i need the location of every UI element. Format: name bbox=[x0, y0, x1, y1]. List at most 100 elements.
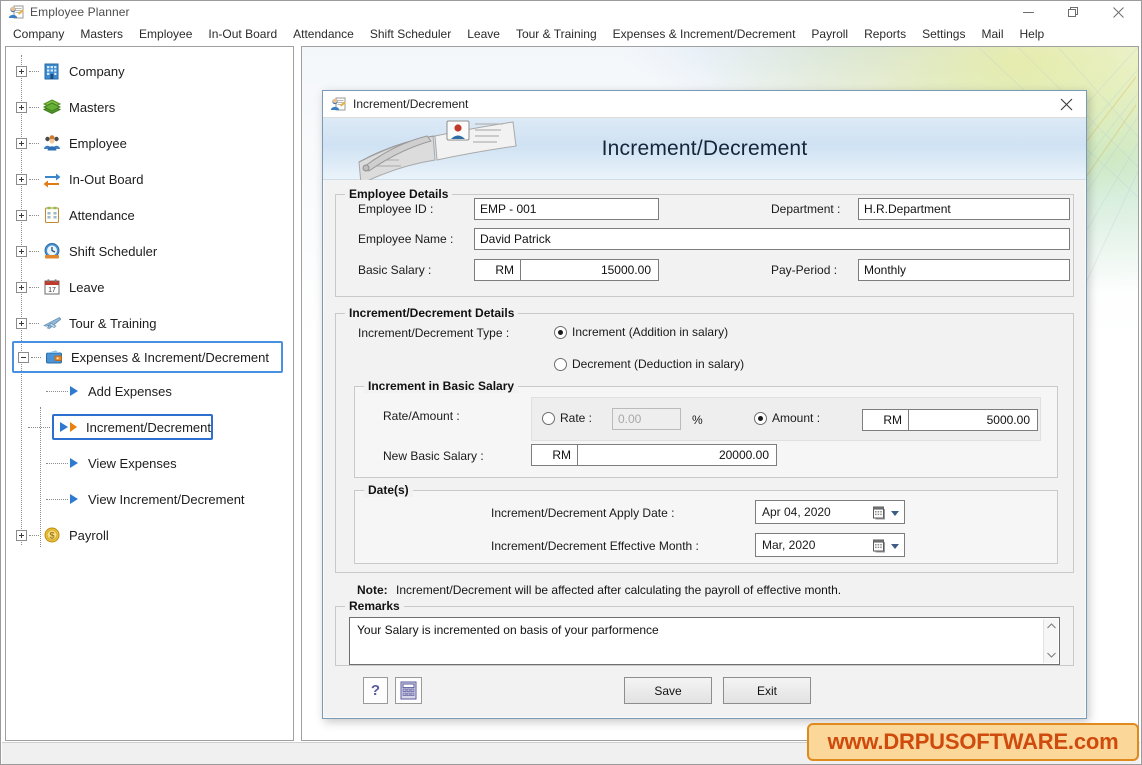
effective-month-picker[interactable]: Mar, 2020 bbox=[755, 533, 905, 557]
sidebar-item-label: Company bbox=[69, 63, 125, 79]
dialog-close-button[interactable] bbox=[1046, 91, 1086, 118]
scroll-up-icon[interactable] bbox=[1046, 619, 1056, 634]
watermark-banner: www.DRPUSOFTWARE.com bbox=[807, 723, 1139, 761]
window-titlebar: Employee Planner bbox=[1, 1, 1141, 23]
sidebar-item-add-expenses[interactable]: Add Expenses bbox=[6, 373, 293, 409]
sidebar-item-increment-decrement[interactable]: Increment/Decrement bbox=[52, 414, 213, 440]
remarks-scrollbar[interactable] bbox=[1043, 619, 1058, 663]
radio-amount-row[interactable]: Amount : bbox=[754, 411, 820, 425]
employee-id-field[interactable]: EMP - 001 bbox=[474, 198, 659, 220]
sidebar-item-view-increment-decrement[interactable]: View Increment/Decrement bbox=[6, 481, 293, 517]
menu-item-leave[interactable]: Leave bbox=[459, 25, 508, 43]
basic-salary-label: Basic Salary : bbox=[358, 263, 432, 277]
remarks-textarea[interactable]: Your Salary is incremented on basis of y… bbox=[349, 617, 1060, 665]
radio-increment-label: Increment (Addition in salary) bbox=[572, 325, 729, 339]
exit-button[interactable]: Exit bbox=[723, 677, 811, 704]
menu-item-tour-training[interactable]: Tour & Training bbox=[508, 25, 605, 43]
expand-icon[interactable] bbox=[16, 209, 27, 221]
svg-text:17: 17 bbox=[48, 287, 56, 294]
employee-planner-icon bbox=[8, 4, 24, 20]
menubar: Company Masters Employee In-Out Board At… bbox=[1, 23, 1141, 44]
menu-item-employee[interactable]: Employee bbox=[131, 25, 200, 43]
calculator-button[interactable] bbox=[395, 677, 422, 704]
sidebar-item-label: Payroll bbox=[69, 527, 109, 543]
rate-input[interactable]: 0.00 bbox=[612, 408, 681, 430]
radio-decrement-row[interactable]: Decrement (Deduction in salary) bbox=[554, 357, 744, 371]
collapse-icon[interactable] bbox=[18, 351, 29, 363]
tree-connector bbox=[28, 426, 50, 428]
minimize-button[interactable] bbox=[1006, 1, 1051, 23]
double-arrow-right-icon bbox=[60, 422, 68, 432]
employee-details-legend: Employee Details bbox=[345, 187, 453, 201]
new-basic-salary-currency: RM bbox=[531, 444, 577, 466]
sidebar-item-in-out-board[interactable]: In-Out Board bbox=[6, 161, 293, 197]
expand-icon[interactable] bbox=[16, 173, 27, 185]
sidebar-item-label: Attendance bbox=[69, 207, 135, 223]
chevron-down-icon[interactable] bbox=[891, 511, 899, 516]
menu-item-company[interactable]: Company bbox=[5, 25, 72, 43]
sidebar-item-company[interactable]: Company bbox=[6, 53, 293, 89]
scroll-down-icon[interactable] bbox=[1046, 648, 1056, 663]
arrow-right-icon bbox=[70, 494, 78, 504]
menu-item-payroll[interactable]: Payroll bbox=[803, 25, 856, 43]
dialog-header-banner: Increment/Decrement bbox=[323, 118, 1086, 180]
expand-icon[interactable] bbox=[16, 317, 27, 329]
pay-period-field[interactable]: Monthly bbox=[858, 259, 1070, 281]
menu-item-settings[interactable]: Settings bbox=[914, 25, 973, 43]
apply-date-label: Increment/Decrement Apply Date : bbox=[491, 506, 675, 520]
basic-salary-field[interactable]: 15000.00 bbox=[520, 259, 659, 281]
menu-item-shift-scheduler[interactable]: Shift Scheduler bbox=[362, 25, 459, 43]
sidebar-item-tour-training[interactable]: Tour & Training bbox=[6, 305, 293, 341]
dates-group: Date(s) Increment/Decrement Apply Date :… bbox=[354, 483, 1058, 564]
expand-icon[interactable] bbox=[16, 65, 27, 77]
apply-date-picker[interactable]: Apr 04, 2020 bbox=[755, 500, 905, 524]
sidebar-item-payroll[interactable]: $ Payroll bbox=[6, 517, 293, 553]
sidebar-item-attendance[interactable]: Attendance bbox=[6, 197, 293, 233]
chevron-down-icon[interactable] bbox=[891, 544, 899, 549]
radio-increment-row[interactable]: Increment (Addition in salary) bbox=[554, 325, 728, 339]
menu-item-attendance[interactable]: Attendance bbox=[285, 25, 362, 43]
menu-item-mail[interactable]: Mail bbox=[973, 25, 1011, 43]
amount-field[interactable]: 5000.00 bbox=[908, 409, 1038, 431]
expand-icon[interactable] bbox=[16, 529, 27, 541]
menu-item-expenses-increment-decrement[interactable]: Expenses & Increment/Decrement bbox=[605, 25, 804, 43]
note-prefix: Note: bbox=[357, 583, 388, 597]
radio-rate-row[interactable]: Rate : bbox=[542, 411, 592, 425]
radio-decrement-label: Decrement (Deduction in salary) bbox=[572, 357, 745, 371]
save-button[interactable]: Save bbox=[624, 677, 712, 704]
expand-icon[interactable] bbox=[16, 245, 27, 257]
pay-period-label: Pay-Period : bbox=[771, 263, 838, 277]
sidebar-item-employee[interactable]: Employee bbox=[6, 125, 293, 161]
sidebar-item-expenses-increment-decrement[interactable]: Expenses & Increment/Decrement bbox=[12, 341, 283, 373]
sidebar-item-masters[interactable]: Masters bbox=[6, 89, 293, 125]
menu-item-in-out-board[interactable]: In-Out Board bbox=[200, 25, 285, 43]
amount-currency: RM bbox=[862, 409, 908, 431]
new-basic-salary-label: New Basic Salary : bbox=[383, 449, 484, 463]
expand-icon[interactable] bbox=[16, 101, 27, 113]
maximize-button[interactable] bbox=[1051, 1, 1096, 23]
help-button[interactable]: ? bbox=[363, 677, 388, 704]
close-button[interactable] bbox=[1096, 1, 1141, 23]
department-field[interactable]: H.R.Department bbox=[858, 198, 1070, 220]
rate-amount-inner-panel: Rate : 0.00 % Amount : RM 5000.00 bbox=[531, 397, 1041, 441]
sidebar-item-view-expenses[interactable]: View Expenses bbox=[6, 445, 293, 481]
employee-details-group: Employee Details Employee ID : EMP - 001… bbox=[335, 187, 1074, 297]
apply-date-value: Apr 04, 2020 bbox=[762, 505, 831, 519]
new-basic-salary-field[interactable]: 20000.00 bbox=[577, 444, 777, 466]
sidebar-item-shift-scheduler[interactable]: Shift Scheduler bbox=[6, 233, 293, 269]
expand-icon[interactable] bbox=[16, 281, 27, 293]
radio-decrement[interactable] bbox=[554, 357, 567, 371]
radio-increment[interactable] bbox=[554, 325, 567, 339]
navigation-tree: Company Masters Employee In-Out Board At… bbox=[6, 47, 293, 553]
sidebar-item-leave[interactable]: 17 Leave bbox=[6, 269, 293, 305]
employee-name-field[interactable]: David Patrick bbox=[474, 228, 1070, 250]
menu-item-help[interactable]: Help bbox=[1012, 25, 1053, 43]
radio-amount[interactable] bbox=[754, 411, 767, 425]
radio-rate[interactable] bbox=[542, 411, 555, 425]
expand-icon[interactable] bbox=[16, 137, 27, 149]
people-icon bbox=[42, 133, 62, 153]
menu-item-masters[interactable]: Masters bbox=[72, 25, 131, 43]
sidebar-item-label: In-Out Board bbox=[69, 171, 144, 187]
menu-item-reports[interactable]: Reports bbox=[856, 25, 914, 43]
question-mark-icon: ? bbox=[371, 682, 380, 699]
